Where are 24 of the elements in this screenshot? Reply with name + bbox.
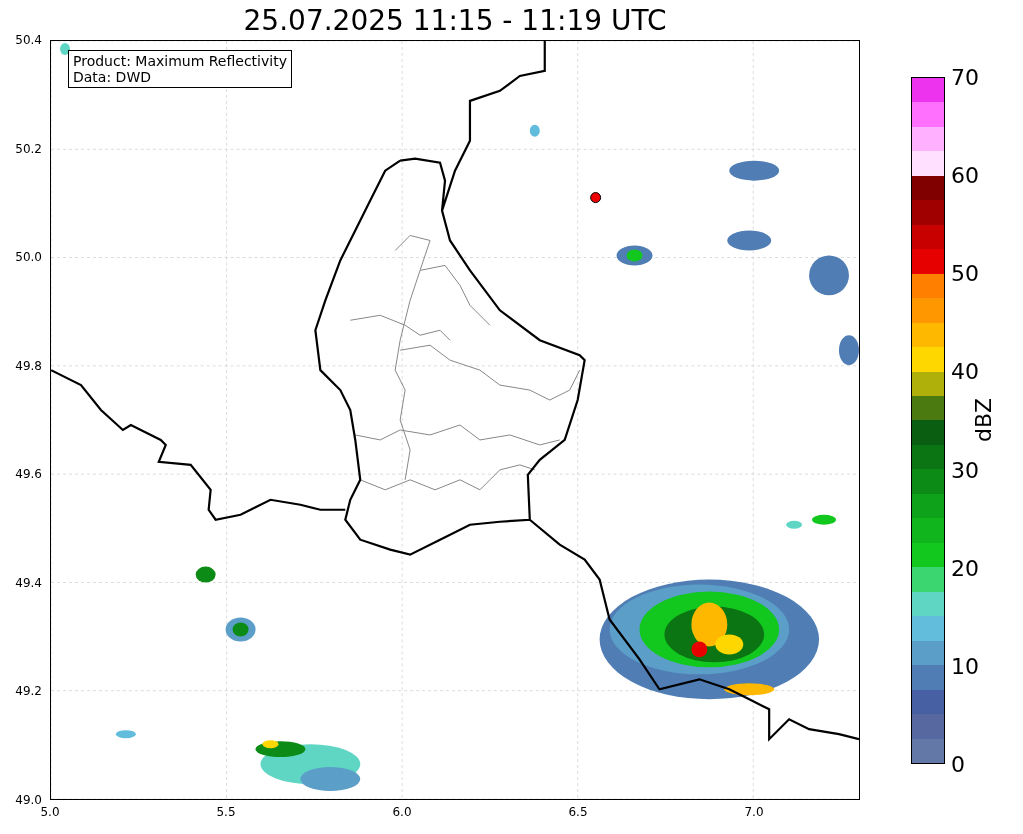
y-tick-label: 49.0 xyxy=(15,793,42,807)
y-tick-label: 50.0 xyxy=(15,250,42,265)
colorbar-tick-label: 10 xyxy=(951,653,979,679)
colorbar-tick-label: 50 xyxy=(951,260,979,286)
y-tick-label: 49.8 xyxy=(15,358,42,373)
y-tick-label: 49.2 xyxy=(15,684,42,699)
colorbar-tick-label: 60 xyxy=(951,162,979,188)
y-tick-label: 49.6 xyxy=(15,467,42,482)
colorbar-tick-label: 40 xyxy=(951,358,979,384)
x-tick-label: 6.0 xyxy=(392,805,412,819)
x-tick-label: 5.0 xyxy=(40,805,60,819)
y-tick-label: 50.4 xyxy=(15,33,42,47)
colorbar-tick-label: 0 xyxy=(951,751,965,777)
colorbar-tick-label: 70 xyxy=(951,64,979,90)
chart-title: 25.07.2025 11:15 - 11:19 UTC xyxy=(243,3,667,37)
x-tick-label: 7.0 xyxy=(744,805,764,819)
x-tick-label: 5.5 xyxy=(216,805,236,819)
y-tick-label: 49.4 xyxy=(15,575,42,590)
x-tick-label: 6.5 xyxy=(568,805,588,819)
y-tick-label: 50.2 xyxy=(15,141,42,156)
info-box: Product: Maximum Reflectivity Data: DWD xyxy=(68,50,292,88)
colorbar-label: dBZ xyxy=(970,397,996,443)
colorbar-tick-label: 30 xyxy=(951,457,979,483)
colorbar-tick-label: 20 xyxy=(951,555,979,581)
